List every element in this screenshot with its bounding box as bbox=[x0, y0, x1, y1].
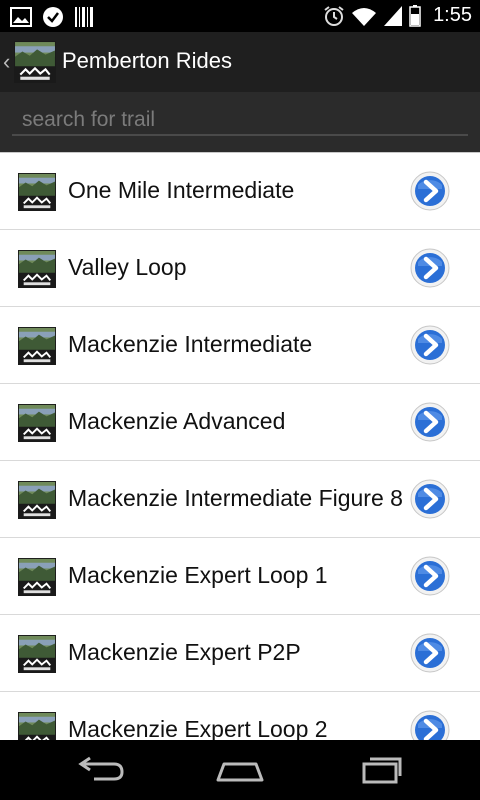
trail-name: One Mile Intermediate bbox=[68, 177, 295, 203]
recent-apps-icon[interactable] bbox=[350, 754, 410, 786]
trail-name: Mackenzie Expert P2P bbox=[68, 639, 301, 665]
action-bar: ‹ Pemberton Rides bbox=[0, 32, 480, 92]
trail-row[interactable]: Valley Loop bbox=[0, 230, 480, 307]
trail-name: Mackenzie Intermediate bbox=[68, 331, 313, 357]
chevron-right-circle-icon[interactable] bbox=[410, 248, 450, 288]
chevron-right-circle-icon[interactable] bbox=[410, 633, 450, 673]
clock: 1:55 bbox=[433, 4, 472, 26]
home-icon[interactable] bbox=[210, 754, 270, 786]
trail-thumbnail bbox=[18, 250, 56, 288]
trail-thumbnail bbox=[18, 173, 56, 211]
trail-name: Mackenzie Expert Loop 1 bbox=[68, 562, 328, 588]
app-logo[interactable] bbox=[14, 41, 56, 83]
search-input[interactable] bbox=[12, 106, 468, 136]
up-caret-icon[interactable]: ‹ bbox=[3, 49, 10, 75]
search-bar bbox=[0, 92, 480, 152]
trail-row[interactable]: One Mile Intermediate bbox=[0, 153, 480, 230]
app-title: Pemberton Rides bbox=[62, 48, 232, 73]
trail-thumbnail bbox=[18, 481, 56, 519]
chevron-right-circle-icon[interactable] bbox=[410, 710, 450, 740]
chevron-right-circle-icon[interactable] bbox=[410, 556, 450, 596]
check-circle-icon bbox=[43, 7, 63, 27]
trail-row[interactable]: Mackenzie Advanced bbox=[0, 384, 480, 461]
trail-row[interactable]: Mackenzie Intermediate Figure 8 bbox=[0, 461, 480, 538]
trail-row[interactable]: Mackenzie Intermediate bbox=[0, 307, 480, 384]
alarm-icon bbox=[324, 5, 344, 26]
back-icon[interactable] bbox=[70, 754, 130, 786]
trail-name: Mackenzie Intermediate Figure 8 bbox=[68, 485, 403, 511]
trail-row[interactable]: Mackenzie Expert Loop 2 bbox=[0, 692, 480, 740]
chevron-right-circle-icon[interactable] bbox=[410, 479, 450, 519]
wifi-icon bbox=[352, 7, 377, 26]
navigation-bar bbox=[0, 740, 480, 800]
image-icon bbox=[10, 7, 32, 27]
trail-thumbnail bbox=[18, 635, 56, 673]
chevron-right-circle-icon[interactable] bbox=[410, 402, 450, 442]
battery-icon bbox=[409, 4, 421, 27]
trail-name: Valley Loop bbox=[68, 254, 187, 280]
trail-name: Mackenzie Expert Loop 2 bbox=[68, 716, 328, 740]
trail-list: One Mile Intermediate Valley Loop Macken… bbox=[0, 152, 480, 740]
chevron-right-circle-icon[interactable] bbox=[410, 325, 450, 365]
barcode-icon bbox=[75, 7, 93, 27]
system-icons: 1:55 bbox=[323, 4, 472, 27]
trail-row[interactable]: Mackenzie Expert P2P bbox=[0, 615, 480, 692]
trail-thumbnail bbox=[18, 404, 56, 442]
trail-thumbnail bbox=[18, 558, 56, 596]
status-bar: 1:55 bbox=[0, 0, 480, 32]
trail-thumbnail bbox=[18, 712, 56, 740]
chevron-right-circle-icon[interactable] bbox=[410, 171, 450, 211]
notification-icons bbox=[10, 6, 94, 28]
signal-icon bbox=[384, 5, 403, 26]
trail-row[interactable]: Mackenzie Expert Loop 1 bbox=[0, 538, 480, 615]
trail-thumbnail bbox=[18, 327, 56, 365]
trail-name: Mackenzie Advanced bbox=[68, 408, 286, 434]
